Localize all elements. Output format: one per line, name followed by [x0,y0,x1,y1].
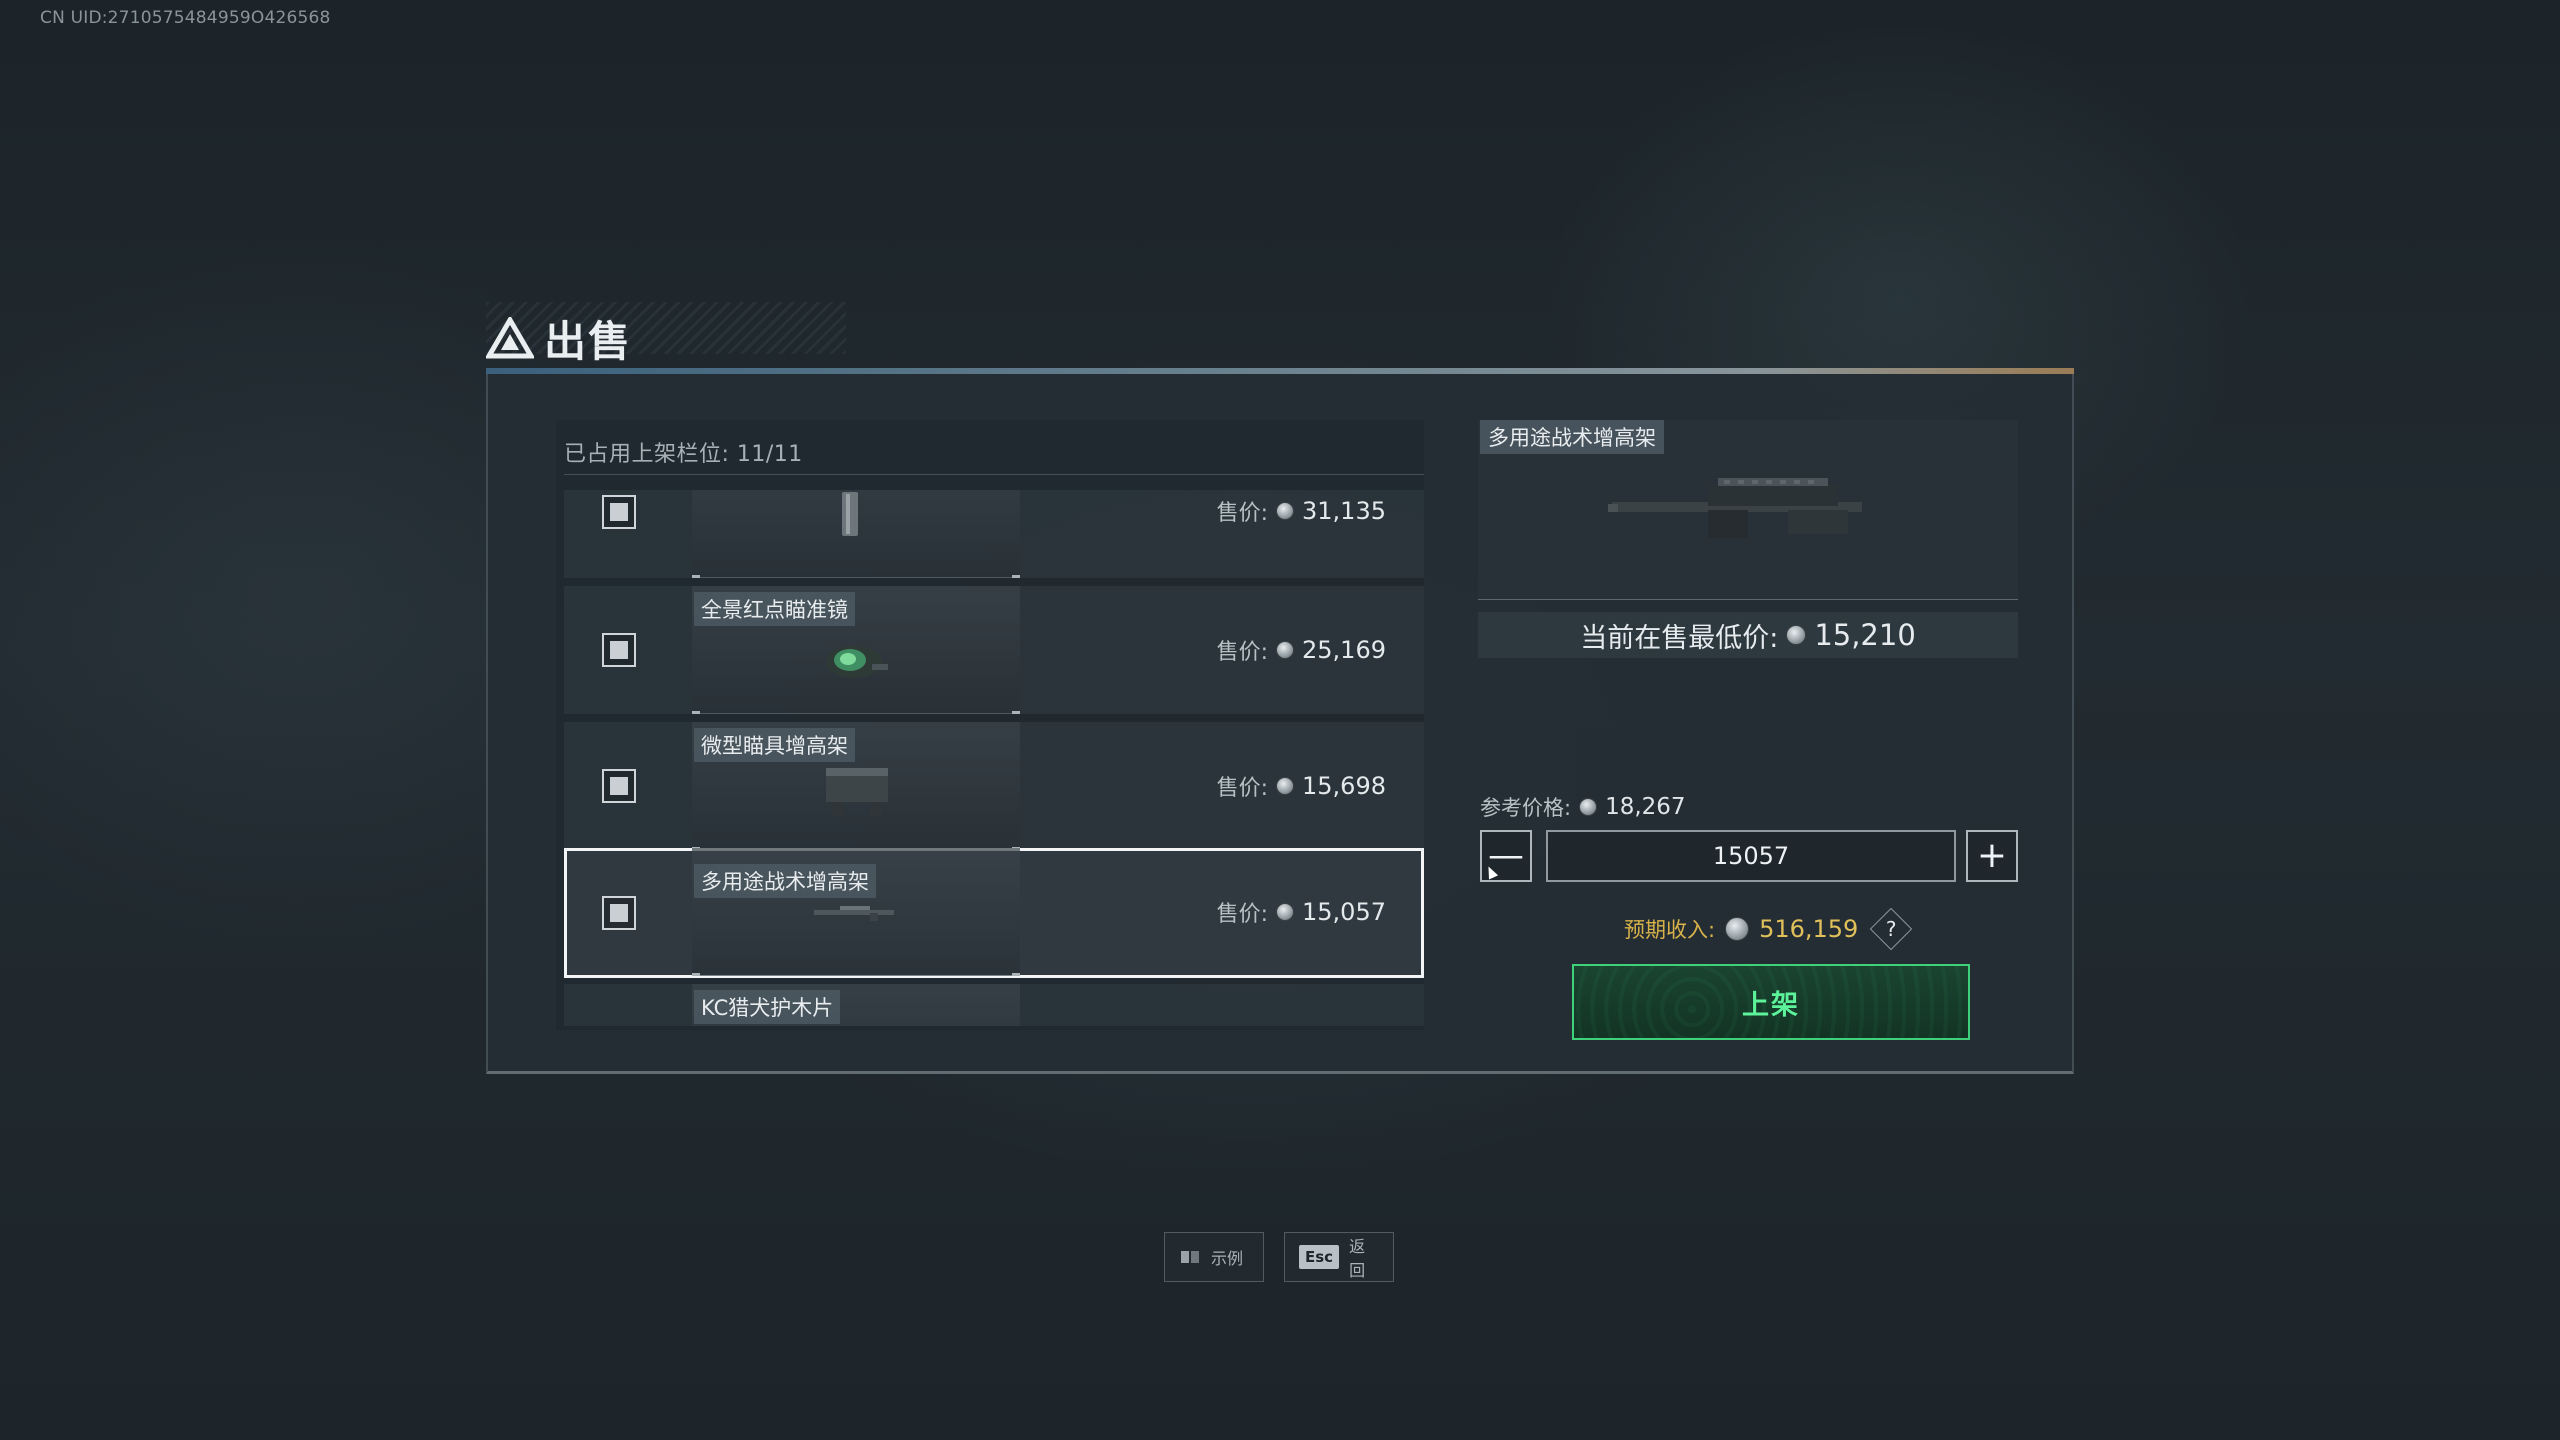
coin-icon [1579,798,1598,816]
slot-divider [564,474,1424,475]
coin-icon [1276,641,1295,659]
magazine-item-image [842,492,858,536]
item-name: KC猎犬护木片 [694,990,841,1024]
list-item[interactable]: 微型瞄具增高架 售价: 15,698 [564,722,1424,850]
item-checkbox[interactable] [602,633,636,667]
red-dot-sight-image [826,646,888,678]
back-hint-label: 返回 [1349,1237,1366,1280]
item-price: 售价: 25,169 [1217,634,1386,666]
expected-income-value: 516,159 [1759,915,1859,943]
tactical-riser-preview-image [1608,478,1862,538]
triangle-logo-icon [486,317,534,359]
uid-label: CN UID:2710575484959O426568 [40,8,331,28]
riser-mount-image [826,768,888,816]
item-price: 售价: 15,698 [1217,770,1386,802]
help-icon[interactable]: ? [1870,907,1913,951]
expected-income: 预期收入: 516,159 ? [1624,907,1913,951]
item-name: 微型瞄具增高架 [694,728,855,762]
price-value: 31,135 [1302,497,1386,525]
increase-price-button[interactable]: + [1966,830,2018,882]
price-input[interactable] [1546,830,1956,882]
price-label: 售价: [1216,501,1269,526]
price-label: 售价: [1216,776,1269,801]
price-label: 售价: [1216,902,1269,927]
tactical-riser-image [814,906,894,921]
item-price: 售价: 15,057 [1217,896,1386,928]
back-hint-button[interactable]: Esc 返回 [1284,1232,1394,1282]
dialog-title: 出售 [486,308,632,368]
price-value: 15,698 [1302,772,1386,800]
reference-price-value: 18,267 [1605,794,1686,820]
slot-usage-text: 已占用上架栏位: 11/11 [564,442,803,467]
dialog-title-text: 出售 [544,316,633,366]
book-icon [1181,1251,1199,1263]
example-hint-button[interactable]: 示例 [1164,1232,1264,1282]
list-item-selected[interactable]: 多用途战术增高架 售价: 15,057 [564,848,1424,978]
lowest-price-bar: 当前在售最低价: 15,210 [1478,612,2018,658]
item-name: 全景红点瞄准镜 [694,592,855,626]
reference-price: 参考价格: 18,267 [1480,792,1686,822]
price-label: 售价: [1216,640,1269,665]
item-checkbox[interactable] [602,495,636,529]
list-item[interactable]: 全景红点瞄准镜 售价: 25,169 [564,586,1424,714]
price-value: 15,057 [1302,898,1386,926]
item-price: 售价: 31,135 [1217,495,1386,527]
list-item[interactable]: 售价: 31,135 [564,490,1424,578]
coin-icon [1276,903,1295,921]
list-for-sale-button[interactable]: 上架 [1572,964,1970,1040]
esc-key-icon: Esc [1299,1245,1340,1269]
item-checkbox[interactable] [602,896,636,930]
price-value: 25,169 [1302,636,1386,664]
selected-item-name: 多用途战术增高架 [1480,420,1664,454]
item-thumbnail [692,490,1020,578]
expected-income-label: 预期收入: [1624,918,1716,942]
coin-icon [1725,917,1750,941]
coin-icon [1786,625,1807,645]
example-hint-label: 示例 [1211,1249,1244,1268]
listing-list[interactable]: 售价: 31,135 全景红点瞄准镜 售价: 25,169 微型瞄具增高架 售价… [564,490,1424,1026]
coin-icon [1276,502,1295,520]
item-checkbox[interactable] [602,769,636,803]
lowest-price-label: 当前在售最低价: [1580,622,1779,654]
lowest-price-value: 15,210 [1814,618,1916,652]
coin-icon [1276,777,1295,795]
reference-price-label: 参考价格: [1480,796,1572,820]
list-item[interactable]: KC猎犬护木片 [564,984,1424,1026]
item-name: 多用途战术增高架 [694,864,876,898]
